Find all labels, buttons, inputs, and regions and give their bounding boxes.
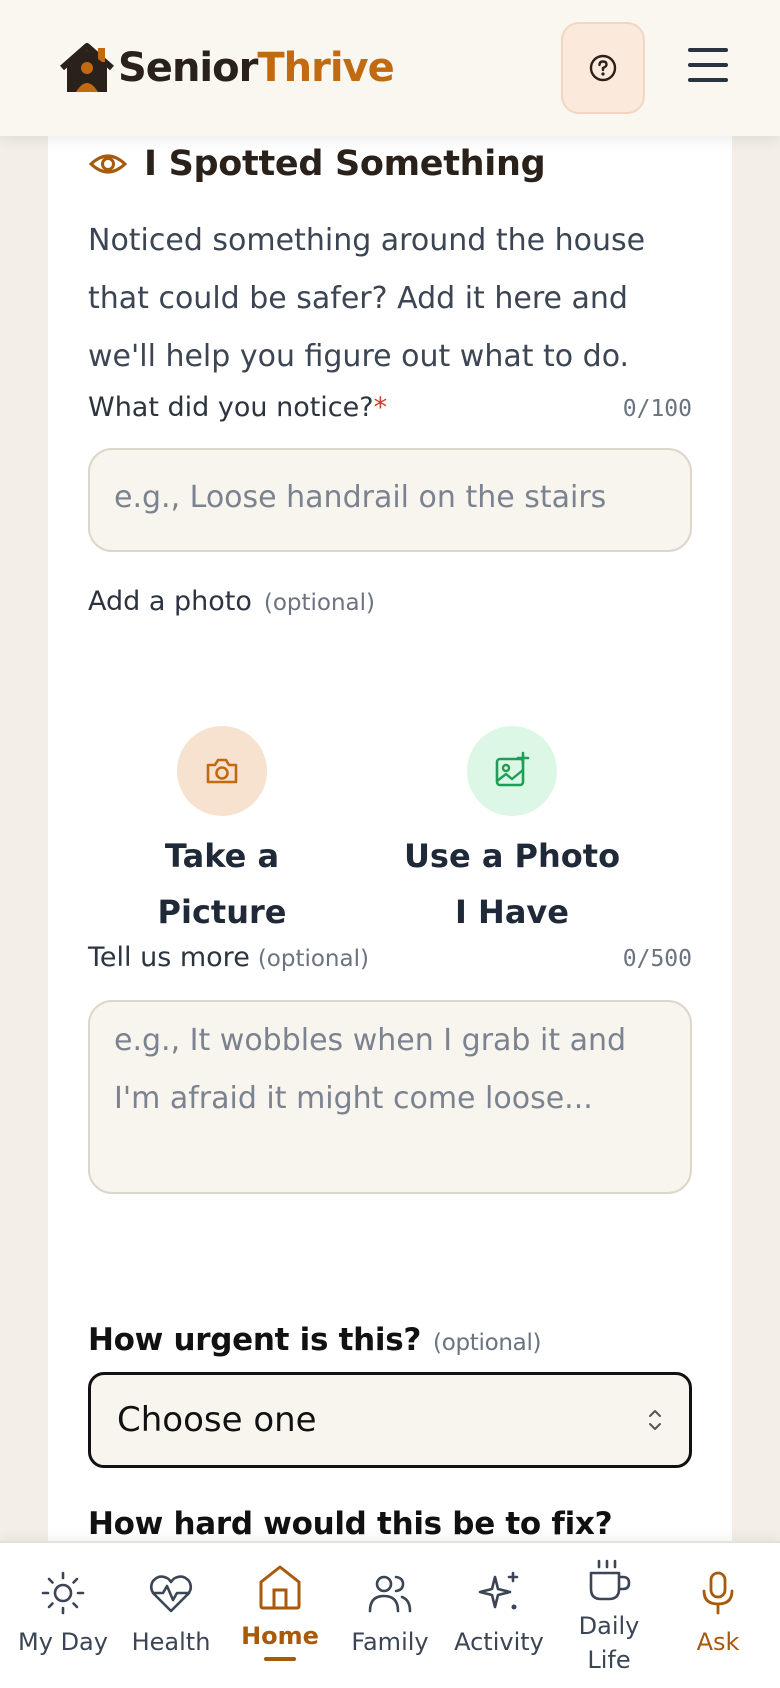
house-logo-icon <box>60 43 114 92</box>
photo-label: Add a photo <box>88 586 252 617</box>
microphone-icon <box>702 1571 734 1615</box>
more-counter: 0/500 <box>622 946 692 972</box>
notice-placeholder: e.g., Loose handrail on the stairs <box>114 480 607 515</box>
nav-health[interactable]: Health <box>116 1543 226 1659</box>
more-label-row: Tell us more (optional) 0/500 <box>88 942 692 973</box>
app-header: SeniorThrive <box>0 0 780 136</box>
photo-label-row: Add a photo (optional) <box>88 586 692 617</box>
chevron-up-down-icon <box>649 1410 661 1430</box>
nav-my-day[interactable]: My Day <box>8 1543 118 1659</box>
required-mark: * <box>373 392 388 423</box>
form-title: I Spotted Something <box>144 144 546 184</box>
urgency-heading: How urgent is this? (optional) <box>88 1322 542 1358</box>
take-picture-label: Take a Picture <box>157 837 287 931</box>
nav-home[interactable]: Home <box>225 1543 335 1661</box>
notice-label: What did you notice?* <box>88 392 388 423</box>
bottom-nav: My Day Health Home Family Activity Daily… <box>0 1541 780 1688</box>
coffee-cup-icon <box>589 1559 631 1601</box>
take-picture-button[interactable]: Take a Picture <box>92 726 352 940</box>
nav-label: Home <box>241 1622 319 1650</box>
urgency-selected-value: Choose one <box>117 1400 317 1440</box>
nav-family[interactable]: Family <box>335 1543 445 1659</box>
notice-counter: 0/100 <box>622 396 692 422</box>
form-intro: Noticed something around the house that … <box>88 223 646 374</box>
active-indicator <box>264 1657 296 1661</box>
house-icon <box>259 1565 301 1610</box>
camera-icon-circle <box>177 726 267 816</box>
camera-icon <box>206 758 238 784</box>
nav-ask[interactable]: Ask <box>663 1543 773 1659</box>
difficulty-heading: How hard would this be to fix? <box>88 1506 613 1542</box>
urgency-select[interactable]: Choose one <box>88 1372 692 1468</box>
brand-logo[interactable]: SeniorThrive <box>58 42 395 94</box>
help-button[interactable] <box>561 22 645 114</box>
users-icon <box>368 1575 412 1613</box>
more-optional: (optional) <box>257 946 369 972</box>
eye-icon <box>88 154 128 174</box>
use-photo-label: Use a Photo I Have <box>403 837 621 931</box>
nav-label: My Day <box>18 1628 108 1656</box>
notice-label-row: What did you notice?* 0/100 <box>88 392 692 423</box>
photo-optional: (optional) <box>263 590 376 616</box>
hamburger-menu-icon[interactable] <box>688 48 728 84</box>
notice-input[interactable]: e.g., Loose handrail on the stairs <box>88 448 692 552</box>
brand-name-thrive: Thrive <box>257 45 394 91</box>
more-textarea[interactable]: e.g., It wobbles when I grab it and I'm … <box>88 1000 692 1194</box>
nav-label: Family <box>351 1628 429 1656</box>
urgency-optional: (optional) <box>433 1330 542 1356</box>
image-plus-icon-circle <box>467 726 557 816</box>
nav-daily-life[interactable]: Daily Life <box>554 1543 664 1677</box>
image-plus-icon <box>495 751 530 787</box>
sparkles-icon <box>478 1571 519 1610</box>
form-title-row: I Spotted Something <box>88 144 546 184</box>
report-card: I Spotted Something Noticed something ar… <box>48 130 732 1550</box>
more-label: Tell us more <box>88 942 250 973</box>
nav-label: Health <box>131 1628 211 1656</box>
more-placeholder: e.g., It wobbles when I grab it and I'm … <box>114 1023 627 1116</box>
nav-label: Daily Life <box>578 1612 640 1674</box>
nav-label: Ask <box>696 1628 740 1656</box>
help-circle-icon <box>589 54 617 82</box>
nav-activity[interactable]: Activity <box>444 1543 554 1659</box>
brand-name-senior: Senior <box>118 45 258 91</box>
heart-pulse-icon <box>149 1575 193 1613</box>
nav-label: Activity <box>454 1628 544 1656</box>
use-photo-button[interactable]: Use a Photo I Have <box>382 726 642 940</box>
sun-icon <box>41 1571 85 1615</box>
